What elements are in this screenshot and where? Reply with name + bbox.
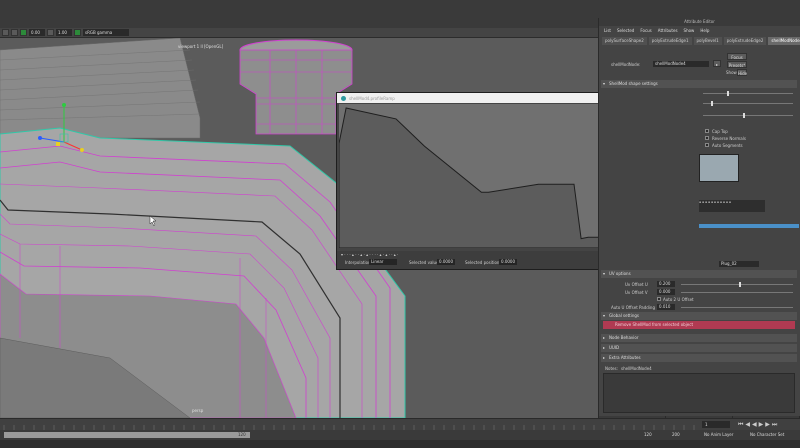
- global-settings-section[interactable]: Global settings: [601, 312, 797, 320]
- menu-attributes[interactable]: Attributes: [658, 26, 678, 35]
- attribute-editor-menu: List Selected Focus Attributes Show Help: [599, 26, 800, 35]
- range-end-b-field[interactable]: 200: [672, 432, 680, 437]
- slider-track[interactable]: [703, 103, 793, 104]
- reverse-normals-label: Reverse Normals: [712, 136, 746, 141]
- reverse-normals-checkbox[interactable]: [705, 136, 709, 140]
- interpolation-select[interactable]: Linear: [369, 259, 397, 265]
- tab-poly-extrude-edge-2[interactable]: polyExtrudeEdge2: [723, 37, 767, 45]
- plug-field[interactable]: Plug_02: [719, 261, 759, 267]
- lighting-icon[interactable]: [11, 29, 18, 36]
- hide-button[interactable]: Hide: [737, 69, 747, 76]
- time-slider[interactable]: 1 ⏮◀◀▶▶⏭: [0, 418, 800, 430]
- node-label: shellModNode:: [611, 62, 641, 67]
- slider-track[interactable]: [681, 284, 793, 285]
- auto-uv-offset-label: Auto 2 U Offset: [663, 297, 694, 302]
- slider-knob[interactable]: [739, 282, 741, 287]
- gamma-field[interactable]: 1.00: [56, 29, 72, 36]
- camera-label: persp: [192, 408, 204, 413]
- presets-button[interactable]: Presets*: [727, 61, 747, 68]
- menu-focus[interactable]: Focus: [640, 26, 651, 35]
- current-frame-field[interactable]: 1: [702, 421, 730, 428]
- gamma-icon[interactable]: [47, 29, 54, 36]
- attribute-editor: Attribute Editor List Selected Focus Att…: [598, 18, 800, 426]
- range-start-label: 120: [238, 432, 246, 437]
- view-transform-icon[interactable]: [74, 29, 81, 36]
- notes-label: Notes:: [605, 366, 618, 371]
- tab-poly-bevel[interactable]: polyBevel1: [693, 37, 722, 45]
- node-behavior-section[interactable]: Node Behavior: [601, 334, 797, 342]
- notes-textarea[interactable]: [603, 373, 795, 413]
- color-management-icon[interactable]: [20, 29, 27, 36]
- menu-list[interactable]: List: [604, 26, 611, 35]
- node-tabs: polySurfaceShape2 polyExtrudeEdge1 polyB…: [599, 35, 800, 45]
- auto-uv-padding-field[interactable]: 0.010: [657, 304, 675, 310]
- cap-top-checkbox[interactable]: [705, 129, 709, 133]
- slider-track[interactable]: [681, 307, 793, 308]
- range-slider[interactable]: 120 120 200 No Anim Layer No Character S…: [0, 430, 800, 440]
- anim-layer-select[interactable]: No Anim Layer: [704, 432, 733, 437]
- uv-offset-u-field[interactable]: 0.200: [657, 281, 675, 287]
- slider-track[interactable]: [703, 115, 793, 116]
- notes-value: shellModNode4: [621, 366, 652, 371]
- selected-value-label: Selected value: [409, 260, 439, 265]
- uv-offset-u-label: Uv Offset U: [625, 282, 648, 287]
- shape-settings-section[interactable]: ShellMod shape settings: [601, 80, 797, 88]
- auto-segments-checkbox[interactable]: [705, 143, 709, 147]
- slider-knob[interactable]: [711, 101, 713, 106]
- exposure-field[interactable]: 0.00: [29, 29, 45, 36]
- show-button[interactable]: Show: [726, 70, 737, 75]
- playback-controls[interactable]: ⏮◀◀▶▶⏭: [738, 421, 779, 429]
- interpolation-label: Interpolation: [345, 260, 371, 265]
- uv-options-section[interactable]: UV options: [601, 270, 797, 278]
- character-set-select[interactable]: No Character Set: [750, 432, 784, 437]
- attribute-editor-title: Attribute Editor: [599, 18, 800, 26]
- slider-knob[interactable]: [743, 113, 745, 118]
- remove-shellmod-button[interactable]: Remove ShellMod from selected object: [603, 321, 795, 329]
- uuid-section[interactable]: UUID: [601, 344, 797, 352]
- display-mode-icon[interactable]: [2, 29, 9, 36]
- extra-attributes-section[interactable]: Extra Attributes: [601, 354, 797, 362]
- slider-knob[interactable]: [727, 91, 729, 96]
- viewport-title: viewport 1 ll [OpenGL]: [178, 44, 224, 49]
- selected-value-field[interactable]: 0.0000: [437, 259, 455, 265]
- slider-track[interactable]: [703, 93, 793, 94]
- uv-offset-v-field[interactable]: 0.000: [657, 289, 675, 295]
- selected-position-label: Selected position: [465, 260, 500, 265]
- auto-segments-label: Auto Segments: [712, 143, 743, 148]
- tab-shell-mod-node[interactable]: shellModNode4: [768, 37, 800, 45]
- menu-selected[interactable]: Selected: [617, 26, 634, 35]
- uv-offset-v-label: Uv Offset V: [625, 290, 648, 295]
- color-space-select[interactable]: sRGB gamma: [83, 29, 129, 36]
- menu-help[interactable]: Help: [700, 26, 709, 35]
- maya-logo-icon: [341, 95, 346, 101]
- tab-poly-extrude-edge-1[interactable]: polyExtrudeEdge1: [648, 37, 692, 45]
- node-name-field[interactable]: shellModNode4: [653, 61, 709, 67]
- menu-show[interactable]: Show: [684, 26, 695, 35]
- progress-bar: [699, 224, 799, 228]
- cap-top-label: Cap Top: [712, 129, 728, 134]
- range-end-field[interactable]: 120: [644, 432, 652, 437]
- auto-uv-offset-checkbox[interactable]: [657, 297, 661, 301]
- segment-grid[interactable]: ▪ ▪ ▪ ▪ ▪ ▪ ▪ ▪ ▪ ▪ ▪: [699, 200, 765, 212]
- tab-poly-surface-shape[interactable]: polySurfaceShape2: [602, 37, 647, 45]
- viewport-toolbar: 0.00 1.00 sRGB gamma: [0, 28, 600, 38]
- command-line[interactable]: [0, 440, 800, 448]
- range-handle[interactable]: [4, 432, 250, 438]
- ramp-marker-strip[interactable]: ▾ · · · ▴ · · ▴ · ▴ · · · · ▴ · ▴ · · ▴ …: [341, 252, 398, 257]
- ramp-window-title: shellMod4.profileRamp: [349, 95, 395, 101]
- focus-button[interactable]: Focus: [727, 53, 747, 60]
- profile-thumbnail[interactable]: [699, 154, 739, 182]
- selected-position-field[interactable]: 0.0000: [499, 259, 517, 265]
- auto-uv-padding-label: Auto U Offset Padding: [611, 305, 655, 310]
- slider-track[interactable]: [681, 292, 793, 293]
- node-nav-icon[interactable]: ▸: [713, 60, 721, 67]
